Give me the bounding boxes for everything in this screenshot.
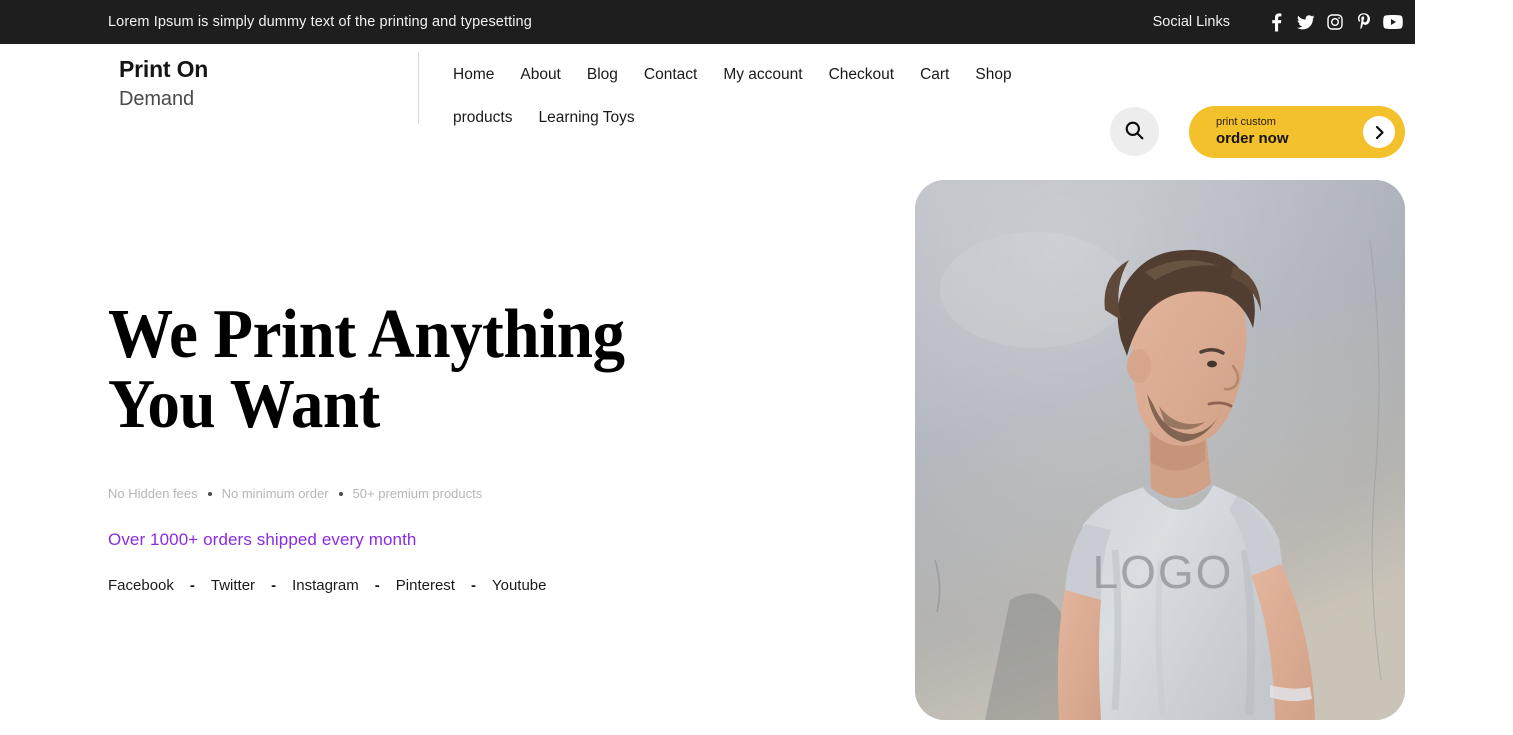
logo-secondary-text: Demand [119, 88, 194, 110]
nav-item-about[interactable]: About [520, 53, 561, 96]
social-separator: - [470, 577, 476, 594]
feature-item-no-hidden-fees: No Hidden fees [108, 486, 198, 501]
announcement-text: Lorem Ipsum is simply dummy text of the … [108, 14, 532, 30]
main-navigation: Home About Blog Contact My account Check… [453, 53, 1073, 139]
nav-item-checkout[interactable]: Checkout [829, 53, 894, 96]
hero-image: LOGO [915, 180, 1405, 720]
nav-item-learning-toys[interactable]: Learning Toys [538, 96, 634, 139]
hero-social-link-twitter[interactable]: Twitter [211, 577, 255, 594]
hero-photo-illustration: LOGO [915, 180, 1405, 720]
nav-item-home[interactable]: Home [453, 53, 494, 96]
hero-feature-list: No Hidden fees No minimum order 50+ prem… [108, 486, 868, 501]
youtube-icon[interactable] [1378, 11, 1407, 33]
order-now-cta-button[interactable]: print custom order now [1189, 106, 1405, 158]
feature-item-no-minimum-order: No minimum order [221, 486, 329, 501]
topbar-social-group: Social Links [1153, 11, 1407, 33]
search-icon [1125, 121, 1144, 143]
site-logo[interactable]: Print On Demand [119, 56, 209, 110]
chevron-right-icon[interactable] [1363, 116, 1395, 148]
hero-content: We Print Anything You Want No Hidden fee… [108, 296, 868, 595]
social-separator: - [271, 577, 277, 594]
hero-social-link-facebook[interactable]: Facebook [108, 577, 174, 594]
nav-item-blog[interactable]: Blog [587, 53, 618, 96]
nav-item-shop[interactable]: Shop [975, 53, 1011, 96]
twitter-icon[interactable] [1291, 11, 1320, 33]
cta-main-label: order now [1216, 130, 1289, 148]
site-header: Print On Demand Home About Blog Contact … [0, 44, 1415, 158]
facebook-icon[interactable] [1262, 11, 1291, 33]
bullet-separator-icon [338, 491, 343, 496]
bullet-separator-icon [207, 491, 212, 496]
pinterest-icon[interactable] [1349, 11, 1378, 33]
logo-primary-text: Print On [119, 56, 209, 82]
hero-social-links: Facebook - Twitter - Instagram - Pintere… [108, 577, 868, 594]
nav-item-contact[interactable]: Contact [644, 53, 697, 96]
social-separator: - [189, 577, 195, 594]
cta-text-group: print custom order now [1216, 115, 1289, 148]
nav-item-cart[interactable]: Cart [920, 53, 949, 96]
landing-page: Lorem Ipsum is simply dummy text of the … [0, 0, 1513, 735]
social-separator: - [374, 577, 380, 594]
hero-social-link-pinterest[interactable]: Pinterest [396, 577, 455, 594]
page-title: We Print Anything You Want [108, 296, 625, 443]
hero-social-link-instagram[interactable]: Instagram [292, 577, 359, 594]
header-divider [418, 52, 419, 124]
search-button[interactable] [1110, 107, 1159, 156]
hero-social-link-youtube[interactable]: Youtube [492, 577, 547, 594]
instagram-icon[interactable] [1320, 11, 1349, 33]
nav-item-my-account[interactable]: My account [723, 53, 802, 96]
social-links-label: Social Links [1152, 14, 1230, 30]
cta-small-label: print custom [1216, 115, 1276, 128]
feature-item-premium-products: 50+ premium products [352, 486, 483, 501]
nav-item-products[interactable]: products [453, 96, 512, 139]
top-announcement-bar: Lorem Ipsum is simply dummy text of the … [0, 0, 1415, 44]
hero-subtitle: Over 1000+ orders shipped every month [108, 530, 417, 549]
